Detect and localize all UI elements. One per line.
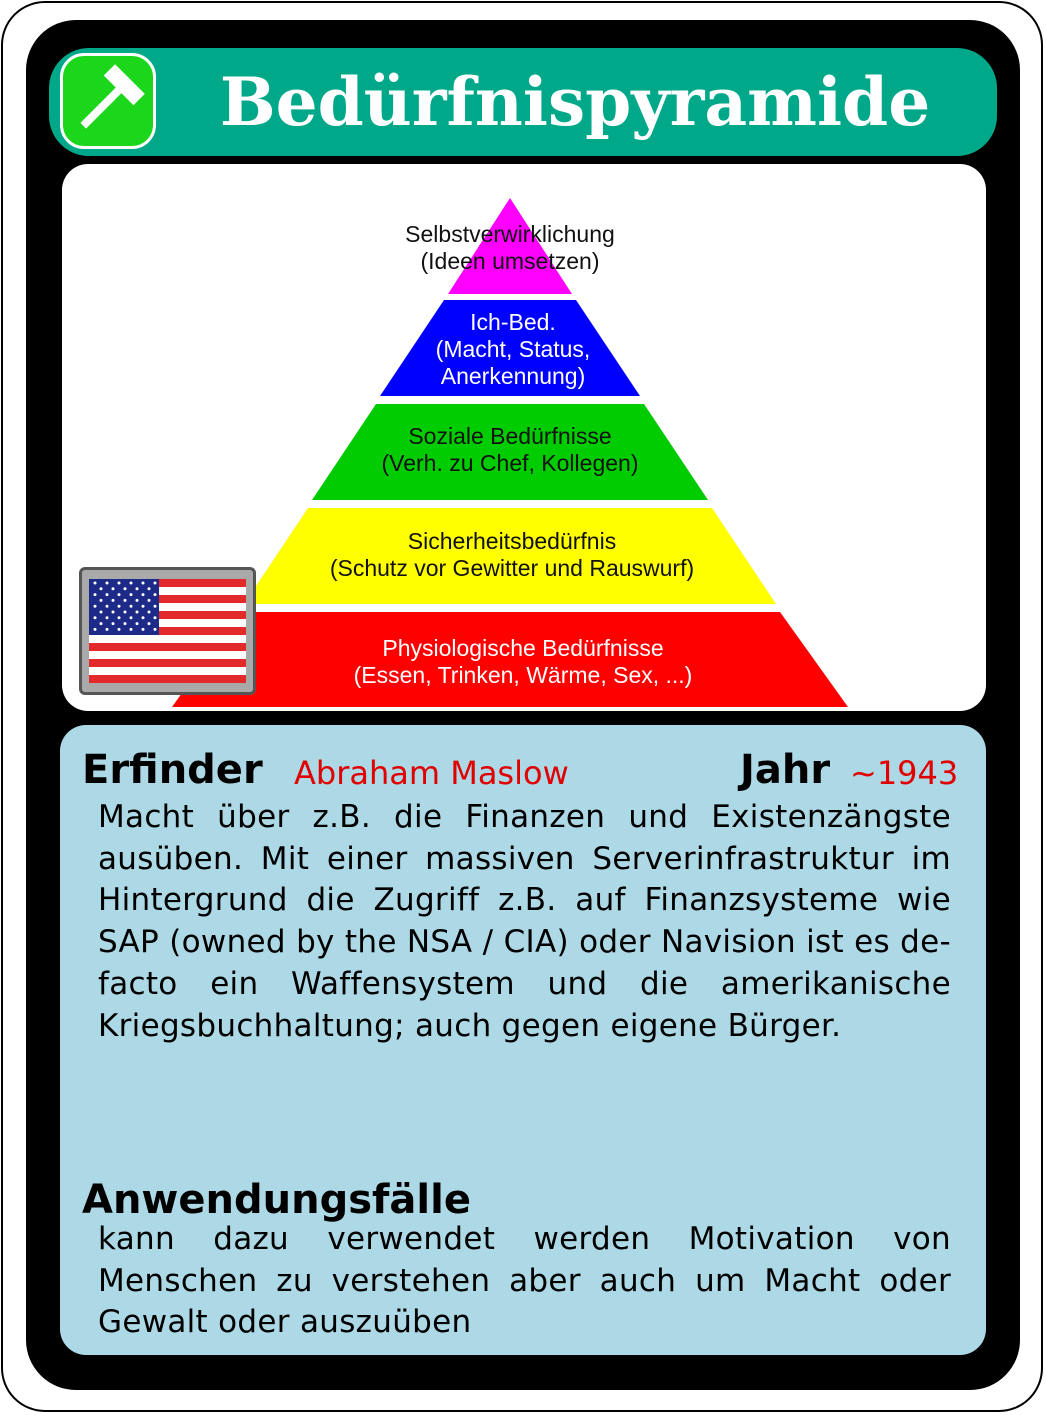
description-text: Macht über z.B. die Finanzen und Existen… xyxy=(98,799,951,1044)
inventor-label: Erfinder xyxy=(82,747,263,793)
usa-flag-icon xyxy=(89,579,246,683)
layer-5-line-2: (Essen, Trinken, Wärme, Sex, ...) xyxy=(353,662,693,688)
layer-3-line-2: (Verh. zu Chef, Kollegen) xyxy=(381,450,639,476)
pyramid-label-5: Physiologische Bedürfnisse (Essen, Trink… xyxy=(273,635,773,689)
layer-5-line-1: Physiologische Bedürfnisse xyxy=(382,635,664,661)
layer-4-line-2: (Schutz vor Gewitter und Rauswurf) xyxy=(329,555,695,581)
inventor-value: Abraham Maslow xyxy=(294,754,569,792)
layer-4-line-1: Sicherheitsbedürfnis xyxy=(407,528,617,554)
layer-2-line-3: Anerkennung) xyxy=(440,363,586,389)
use-cases-label: Anwendungsfälle xyxy=(82,1177,471,1223)
layer-3-line-1: Soziale Bedürfnisse xyxy=(408,423,612,449)
layer-1-line-2: (Ideen umsetzen) xyxy=(420,248,600,274)
category-badge xyxy=(60,53,156,149)
card-title: Bedürfnispyramide xyxy=(219,63,931,141)
country-flag-frame xyxy=(79,567,256,695)
hammer-icon xyxy=(80,64,145,129)
pyramid-label-4: Sicherheitsbedürfnis (Schutz vor Gewitte… xyxy=(262,528,762,582)
use-cases-text: kann dazu verwendet werden Motivation vo… xyxy=(98,1221,951,1341)
year-label: Jahr xyxy=(740,747,831,793)
layer-1-line-1: Selbstverwirklichung xyxy=(405,221,615,247)
pyramid-label-2: Ich-Bed. (Macht, Status, Anerkennung) xyxy=(363,309,663,390)
year-value: ~1943 xyxy=(850,754,959,792)
layer-2-line-1: Ich-Bed. xyxy=(470,309,556,335)
pyramid-label-1: Selbstverwirklichung (Ideen umsetzen) xyxy=(360,221,660,275)
pyramid-label-3: Soziale Bedürfnisse (Verh. zu Chef, Koll… xyxy=(310,423,710,477)
layer-2-line-2: (Macht, Status, xyxy=(435,336,591,362)
